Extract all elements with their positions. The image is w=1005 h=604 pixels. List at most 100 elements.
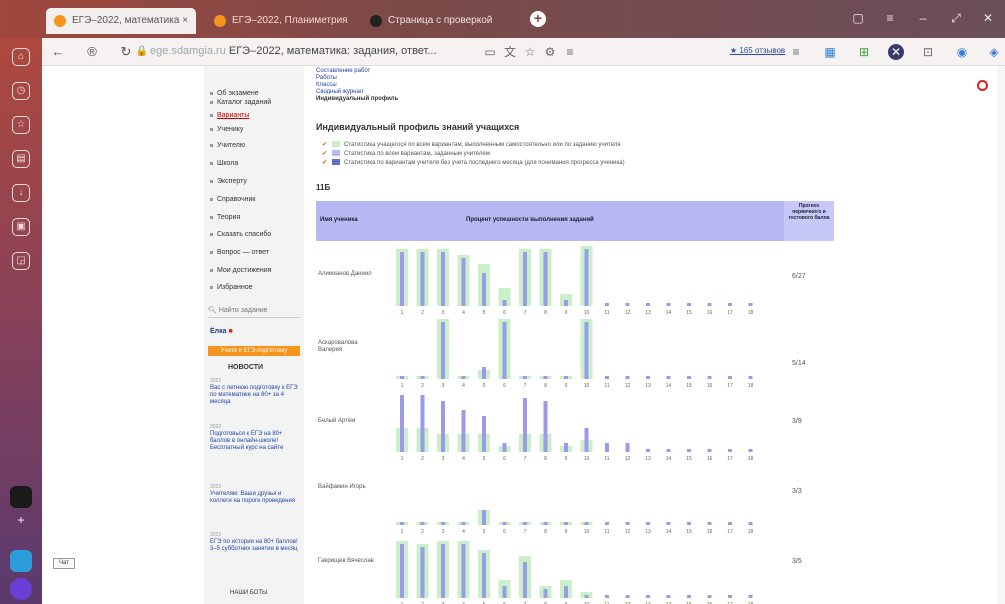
extension-icon[interactable]: ⊞	[856, 44, 872, 60]
task-number-label: 5	[483, 456, 486, 462]
bar-teacher-variants	[482, 553, 486, 598]
sidebar-item[interactable]: Мои достижения	[210, 267, 271, 274]
sidebar-item[interactable]: Учителю	[210, 142, 245, 149]
translate-icon[interactable]: 文	[502, 44, 518, 60]
menu-icon[interactable]: ≡	[882, 10, 898, 26]
student-name[interactable]: Вайфамин Игорь	[318, 484, 378, 491]
sidebar-item[interactable]: Эксперту	[210, 178, 247, 185]
bookmarks-icon[interactable]: ☆	[12, 116, 30, 134]
sidebar-item[interactable]: Вопрос — ответ	[210, 249, 269, 256]
sidebar-item[interactable]: Избранное	[210, 284, 252, 291]
legend-item[interactable]: ✔ Статистика по вариантам учителя без уче…	[322, 159, 625, 166]
back-button[interactable]: ←	[50, 44, 66, 60]
collections-icon[interactable]: ▤	[12, 150, 30, 168]
menu-icon[interactable]: ≡	[788, 44, 804, 60]
scrollbar[interactable]	[997, 66, 1005, 604]
sidebar-item[interactable]: Школа	[210, 160, 238, 167]
sidebar-item[interactable]: Ученику	[210, 126, 243, 133]
notes-icon[interactable]: ▣	[12, 218, 30, 236]
bar-teacher-variants	[564, 300, 568, 306]
stop-icon[interactable]	[977, 80, 988, 91]
sidebar-item[interactable]: Сказать спасибо	[210, 231, 271, 238]
task-number-label: 11	[604, 310, 609, 316]
tab-check-page[interactable]: Страница с проверкой	[362, 8, 512, 34]
url-field[interactable]: ege.sdamgia.ru ЕГЭ–2022, математика: зад…	[150, 45, 437, 57]
extensions-icon[interactable]: ⚙	[542, 44, 558, 60]
bar-teacher-variants	[543, 376, 548, 379]
promo-banner[interactable]: Учите и ЕГЭ-подготовку	[208, 346, 300, 356]
window-tabs-icon[interactable]: ▢	[850, 10, 866, 26]
minimize-button[interactable]: –	[915, 10, 931, 26]
score-value: 3/3	[792, 488, 802, 495]
breadcrumb-link[interactable]: Составление работ	[316, 68, 398, 75]
search-icon: 🔍︎	[208, 307, 217, 314]
news-item[interactable]: 2022 Вас с летнюю подготовку к ЕГЭ по мат…	[210, 378, 300, 406]
tab-ege-math[interactable]: ЕГЭ–2022, математика ×	[46, 8, 196, 34]
add-app-icon[interactable]: +	[14, 513, 28, 527]
maximize-icon[interactable]: ⤢	[948, 10, 964, 26]
sidebar-item[interactable]: Справочник	[210, 196, 256, 203]
chat-button[interactable]: Чат	[53, 558, 75, 569]
legend-item[interactable]: ✔ Статистика учащегося по всем вариантам,…	[322, 141, 621, 148]
checkbox-icon[interactable]: ✔	[322, 159, 328, 166]
screenshot-icon[interactable]: ◲	[12, 252, 30, 270]
breadcrumb-link[interactable]: Сводный журнал	[316, 89, 398, 96]
bar-teacher-variants	[523, 376, 527, 379]
profile-icon[interactable]: ◉	[954, 44, 970, 60]
column-header-score: Прогноз первичного и тестового балла	[784, 201, 834, 241]
notes-icon[interactable]: ⊡	[920, 44, 936, 60]
tree-icon: ■	[228, 328, 233, 335]
task-search-input[interactable]: 🔍︎ Найти задание	[208, 306, 300, 318]
home-icon[interactable]: ⌂	[12, 48, 30, 66]
bar-teacher-variants	[441, 522, 445, 525]
vpn-icon[interactable]: ◈	[986, 44, 1002, 60]
checkbox-icon[interactable]: ✔	[322, 150, 328, 157]
bar-teacher-variants	[748, 303, 753, 306]
student-name[interactable]: Аскаровалова Валерия	[318, 340, 378, 354]
bar-teacher-variants	[441, 322, 445, 379]
sidebar-item[interactable]: Каталог заданий	[210, 99, 271, 106]
task-number-label: 9	[565, 456, 568, 462]
downloads-icon[interactable]: ↓	[12, 184, 30, 202]
checkbox-icon[interactable]: ✔	[322, 141, 328, 148]
news-item[interactable]: 2022 Учителям: Ваши друзья и коллеги на п…	[210, 484, 300, 505]
reload-button[interactable]: ↻	[118, 44, 134, 60]
tab-planimetry[interactable]: ЕГЭ–2022, Планиметрия	[206, 8, 352, 34]
news-item[interactable]: 2022 ЕГЭ по истории на 80+ баллов! 3–5 су…	[210, 532, 300, 553]
task-number-label: 13	[645, 529, 651, 535]
bar-teacher-variants	[748, 595, 753, 598]
bar-teacher-variants	[625, 303, 630, 306]
student-name[interactable]: Белый Артём	[318, 418, 378, 425]
sidebar-item-active[interactable]: Варианты	[210, 112, 249, 119]
elka-link[interactable]: Ёлка ■	[210, 328, 233, 335]
task-number-label: 2	[421, 310, 424, 316]
new-tab-button[interactable]: +	[530, 11, 546, 27]
breadcrumb-link[interactable]: Работы	[316, 75, 398, 82]
close-button[interactable]: ✕	[980, 10, 996, 26]
reader-icon[interactable]: ▭	[482, 44, 498, 60]
news-item[interactable]: 2022 Подготовься к ЕГЭ на 80+ баллов в он…	[210, 424, 300, 452]
protect-icon[interactable]: ®	[84, 44, 100, 60]
legend-item[interactable]: ✔ Статистика по всем вариантам, заданным …	[322, 150, 490, 157]
site-rating-link[interactable]: ★ 165 отзывов	[730, 46, 785, 55]
student-name[interactable]: Гаврищев Вячеслав	[318, 558, 378, 565]
collections-icon[interactable]: ▦	[822, 44, 838, 60]
task-number-label: 16	[707, 456, 713, 462]
score-value: 5/14	[792, 360, 806, 367]
student-name[interactable]: Алимханов Даниил	[318, 271, 378, 278]
sidebar-item[interactable]: Об экзамене	[210, 90, 259, 97]
sidebar-item[interactable]: Теория	[210, 214, 240, 221]
task-number-label: 15	[686, 529, 692, 535]
history-icon[interactable]: ◷	[12, 82, 30, 100]
task-number-label: 12	[625, 310, 631, 316]
app-icon[interactable]	[10, 486, 32, 508]
downloads-icon[interactable]: ≡	[562, 44, 578, 60]
bar-teacher-variants	[707, 449, 712, 452]
bookmark-icon[interactable]: ☆	[522, 44, 538, 60]
task-number-label: 6	[503, 456, 506, 462]
alice-icon[interactable]	[10, 578, 32, 600]
bar-teacher-variants	[502, 586, 507, 598]
adblock-icon[interactable]: ✕	[888, 44, 904, 60]
breadcrumb-link[interactable]: Классы	[316, 82, 398, 89]
messenger-icon[interactable]	[10, 550, 32, 572]
